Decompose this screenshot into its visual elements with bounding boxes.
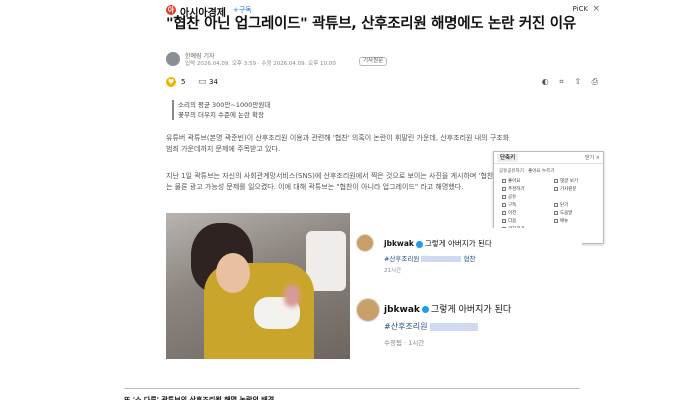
byline: 한예림 기자 입력 2026.04.09. 오후 3:59 · 수정 2026.… — [166, 52, 606, 68]
popup-item: 도움말 — [554, 210, 572, 216]
photo-blurred-area — [284, 285, 300, 307]
popup-item: 다음 — [502, 218, 516, 224]
instagram-caption-line: jbkwak 그렇게 아버지가 된다 — [384, 238, 492, 249]
popup-row: 공유공유하기 · 좋아요 누르기 — [499, 169, 555, 174]
blurred-hashtag — [430, 322, 479, 331]
popup-header: 단축키 닫기 × — [494, 152, 603, 164]
key-icon — [502, 210, 506, 215]
instagram-caption-line: jbkwak 그렇게 아버지가 된다 — [384, 302, 511, 315]
key-icon — [502, 186, 506, 191]
blurred-hashtag — [421, 256, 462, 262]
pick-badge: PiCK — [572, 5, 589, 13]
article-actions: ♥ 5 ▭ 34 ◐ ⌗ ⇧ ⎙ — [166, 77, 606, 89]
key-icon — [554, 210, 558, 215]
popup-tab-shortcuts[interactable]: 단축키 — [497, 154, 519, 162]
share-tools-icon[interactable]: ◐ ⌗ ⇧ ⎙ — [542, 77, 602, 87]
subhead-line: 소리의 평균 300만~1000만원대 — [178, 101, 271, 109]
popup-item: 메뉴 — [554, 218, 568, 224]
instagram-hashtags[interactable]: #산후조리원 협찬 — [384, 253, 475, 263]
subscribe-button[interactable]: +구독 — [233, 5, 252, 15]
article-subheads: 소리의 평균 300만~1000만원대 꽃무의 더우지 수준에 논란 확장 — [172, 100, 270, 120]
instagram-username[interactable]: jbkwak — [384, 239, 414, 248]
popup-item: 기사원문 — [554, 186, 577, 192]
article-title: "협찬 아닌 업그레이드" 곽튜브, 산후조리원 해명에도 논란 커진 이유 — [166, 16, 576, 32]
instagram-caption: 그렇게 아버지가 된다 — [424, 239, 492, 248]
instagram-caption-small: jbkwak 그렇게 아버지가 된다 #산후조리원 협찬 21시간 — [350, 228, 582, 276]
original-article-button[interactable]: 기사원문 — [359, 57, 388, 66]
instagram-avatar[interactable] — [356, 234, 374, 252]
key-icon — [502, 218, 506, 223]
key-icon — [502, 194, 506, 199]
instagram-avatar[interactable] — [356, 298, 380, 322]
popup-item: 공유 — [502, 194, 516, 200]
publisher-logo-icon: 아 — [166, 5, 176, 15]
article-paragraph: 유튜버 곽튜브(본명 곽준빈)이 산후조리원 이용과 관련해 '협찬' 의혹이 … — [166, 134, 510, 153]
article-photo[interactable] — [166, 213, 350, 359]
popup-item: 추천하기 — [502, 186, 525, 192]
key-icon — [554, 202, 558, 207]
related-headline[interactable]: 또 '소 다른' 곽튜브의 산후조리원 해명 논란의 배경 — [124, 395, 424, 400]
popup-item: 닫기 — [554, 202, 568, 208]
popup-item: 좋아요 — [502, 178, 520, 184]
verified-icon — [415, 240, 423, 248]
instagram-caption-large: jbkwak 그렇게 아버지가 된다 #산후조리원 수정됨 · 1시간 — [350, 290, 582, 350]
article-paragraph: 지난 1일 곽튜브는 자신의 사회관계망서비스(SNS)에 산후조리원에서 찍은… — [166, 172, 511, 191]
popup-item: 이전 — [502, 210, 516, 216]
subhead-line: 꽃무의 더우지 수준에 논란 확장 — [178, 111, 265, 119]
key-icon — [554, 218, 558, 223]
comment-count[interactable]: 34 — [209, 78, 218, 86]
key-icon — [502, 202, 506, 207]
like-count: 5 — [181, 78, 186, 86]
article-dates: 입력 2026.04.09. 오후 3:59 · 수정 2026.04.09. … — [185, 61, 336, 67]
key-icon — [554, 186, 558, 191]
instagram-username[interactable]: jbkwak — [384, 305, 420, 315]
popup-close-button[interactable]: 닫기 × — [585, 154, 600, 161]
key-icon — [502, 178, 506, 183]
section-divider — [124, 388, 580, 389]
close-icon[interactable]: × — [592, 4, 600, 14]
popup-item: 구독 — [502, 202, 516, 208]
verified-icon — [421, 306, 429, 313]
instagram-hashtags[interactable]: #산후조리원 — [384, 321, 479, 332]
like-icon[interactable]: ♥ — [166, 77, 176, 87]
popup-item: 댓글 보기 — [554, 178, 578, 184]
instagram-meta: 수정됨 · 1시간 — [384, 339, 425, 347]
instagram-caption: 그렇게 아버지가 된다 — [430, 305, 512, 315]
photo-person-face — [216, 253, 250, 293]
instagram-time: 21시간 — [384, 268, 402, 274]
key-icon — [554, 178, 558, 183]
comment-icon[interactable]: ▭ — [198, 77, 207, 87]
author-avatar[interactable] — [166, 52, 180, 66]
